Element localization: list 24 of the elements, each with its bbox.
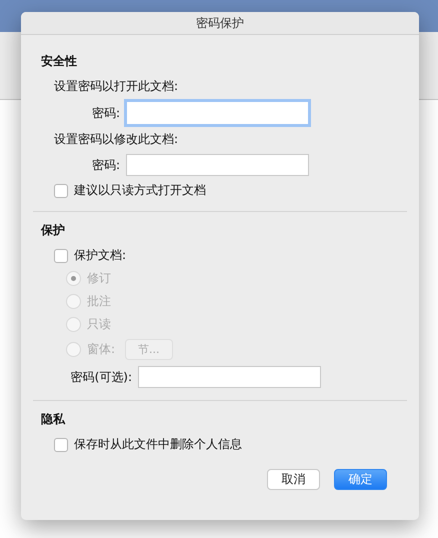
- field-label: 密码(可选):: [70, 368, 132, 386]
- field-label: 密码:: [90, 104, 120, 122]
- section-heading: 保护: [41, 222, 66, 239]
- password-field[interactable]: [126, 154, 309, 176]
- radio-label: 只读: [87, 316, 111, 333]
- checkbox-label: 保护文档:: [74, 247, 126, 264]
- section-heading: 隐私: [41, 411, 66, 428]
- dialog-title: 密码保护: [196, 14, 244, 32]
- password-field[interactable]: [138, 366, 321, 388]
- cancel-button[interactable]: 取消: [267, 469, 320, 490]
- ok-button[interactable]: 确定: [334, 469, 387, 490]
- checkbox[interactable]: [54, 184, 68, 198]
- checkbox[interactable]: [54, 438, 68, 452]
- checkbox-label: 建议以只读方式打开文档: [74, 182, 206, 199]
- field-label: 密码:: [90, 156, 120, 174]
- checkbox[interactable]: [54, 248, 68, 262]
- radio-label: 修订: [87, 270, 111, 287]
- caption: 设置密码以修改此文档:: [53, 131, 180, 148]
- password-field[interactable]: [126, 101, 309, 125]
- radio-label: 批注: [87, 293, 111, 310]
- caption: 设置密码以打开此文档:: [53, 78, 180, 95]
- checkbox-label: 保存时从此文件中删除个人信息: [74, 436, 242, 453]
- radio-label: 窗体:: [87, 341, 116, 358]
- section-heading: 安全性: [41, 53, 78, 70]
